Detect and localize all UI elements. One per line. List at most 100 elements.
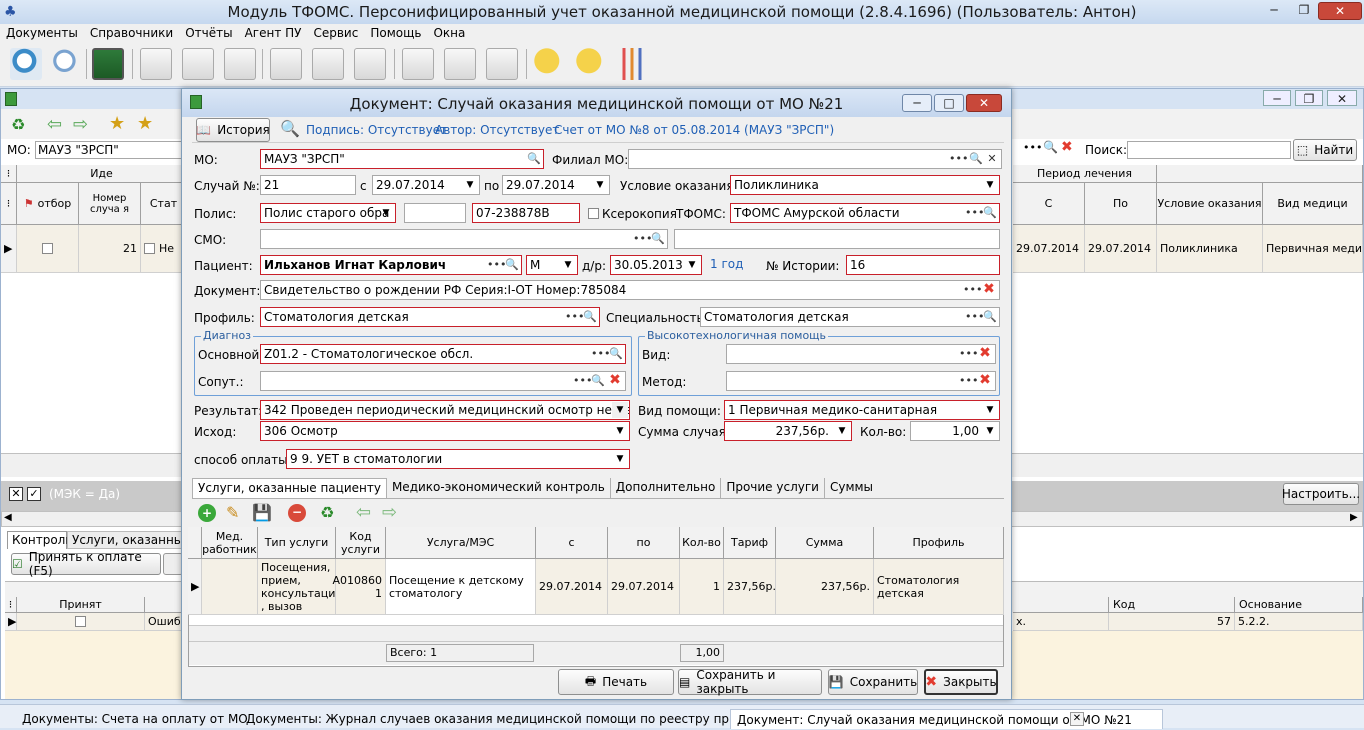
mo-search-icon[interactable]: 🔍: [527, 151, 541, 167]
branch-dots-icon[interactable]: •••: [949, 151, 968, 167]
star-icon[interactable]: ★: [137, 113, 153, 134]
row-checkbox[interactable]: [42, 243, 53, 254]
document-dots-icon[interactable]: •••: [963, 282, 982, 298]
bg-mo-field[interactable]: МАУЗ "ЗРСП": [35, 141, 185, 159]
refresh-icon[interactable]: ♻: [11, 115, 25, 134]
menu-service[interactable]: Сервис: [307, 24, 364, 43]
menu-agent[interactable]: Агент ПУ: [239, 24, 308, 43]
doc-text-icon[interactable]: [444, 48, 476, 80]
save-close-button[interactable]: ▤ Сохранить и закрыть: [678, 668, 822, 696]
bg-dots-icon[interactable]: •••: [1023, 141, 1042, 154]
bottom-row-check-cell[interactable]: [17, 613, 145, 631]
row-checkbox-cell[interactable]: [17, 225, 79, 273]
doc-calc-icon[interactable]: [224, 48, 256, 80]
patient-dots-icon[interactable]: •••: [487, 257, 506, 273]
branch-clear-icon[interactable]: ✕: [985, 151, 999, 167]
specialty-dots-icon[interactable]: •••: [965, 309, 984, 325]
bg-search-icon[interactable]: 🔍: [1043, 140, 1058, 154]
close-button[interactable]: ✖ Закрыть: [924, 669, 998, 695]
qty-dropdown-icon[interactable]: ▼: [982, 423, 998, 439]
tab-sums[interactable]: Суммы: [825, 478, 878, 498]
arrow-right-icon[interactable]: ⇨: [73, 114, 88, 135]
document-field[interactable]: Свидетельство о рождении РФ Серия:I-ОТ Н…: [260, 280, 1000, 300]
date-to-field[interactable]: 29.07.2014 ▼: [502, 175, 610, 195]
scroll-left-icon[interactable]: ◀: [4, 512, 12, 523]
policy-type-select[interactable]: Полис старого обра ▼: [260, 203, 396, 223]
smo-dots-icon[interactable]: •••: [633, 231, 652, 247]
co-diagnosis-field[interactable]: ••• 🔍 ✖: [260, 371, 626, 391]
dialog-minimize-icon[interactable]: ─: [902, 94, 932, 112]
patient-search-icon[interactable]: 🔍: [505, 257, 519, 273]
tab-services-rendered[interactable]: Услуги, оказанные пациенту: [192, 478, 387, 498]
menu-reports[interactable]: Отчёты: [179, 24, 238, 43]
delete-service-icon[interactable]: −: [288, 504, 306, 522]
document-clear-icon[interactable]: ✖: [982, 281, 996, 297]
taskbar-item-case[interactable]: Документ: Случай оказания медицинской по…: [730, 709, 1163, 729]
sum-field[interactable]: 237,56р. ▼: [724, 421, 852, 441]
hitech-type-field[interactable]: ••• ✖: [726, 344, 996, 364]
doc-export-icon[interactable]: [182, 48, 214, 80]
sum-dropdown-icon[interactable]: ▼: [834, 423, 850, 439]
doc-down-icon[interactable]: [270, 48, 302, 80]
tfoms-dots-icon[interactable]: •••: [965, 205, 984, 221]
coins-add-icon[interactable]: [576, 48, 608, 80]
smo-extra-field[interactable]: [674, 229, 1000, 249]
result-dropdown-icon[interactable]: ▼: [612, 402, 628, 418]
date-from-dropdown-icon[interactable]: ▼: [462, 177, 478, 193]
bottom-row-checkbox[interactable]: [75, 616, 86, 627]
condition-dropdown-icon[interactable]: ▼: [982, 177, 998, 193]
sex-select[interactable]: М ▼: [526, 255, 578, 275]
refresh-services-icon[interactable]: ♻: [320, 503, 334, 522]
dob-dropdown-icon[interactable]: ▼: [684, 257, 700, 273]
bg-minimize-icon[interactable]: ─: [1263, 90, 1291, 106]
filter-check-icon[interactable]: ✓: [27, 487, 41, 501]
doc-mo-icon[interactable]: [312, 48, 344, 80]
specialty-search-icon[interactable]: 🔍: [983, 309, 997, 325]
minimize-icon[interactable]: ─: [1262, 2, 1286, 20]
tfoms-search-icon[interactable]: 🔍: [983, 205, 997, 221]
smo-search-icon[interactable]: 🔍: [651, 231, 665, 247]
coins-remove-icon[interactable]: [534, 48, 566, 80]
history-number-field[interactable]: 16: [846, 255, 1000, 275]
payment-dropdown-icon[interactable]: ▼: [612, 451, 628, 467]
filter-remove-icon[interactable]: ✕: [9, 487, 23, 501]
tab-control[interactable]: Контроль: [7, 531, 72, 549]
settings-button[interactable]: Настроить...: [1282, 483, 1360, 505]
search-icon[interactable]: [50, 48, 82, 80]
policy-number-field[interactable]: 07-238878В: [472, 203, 580, 223]
profile-search-icon[interactable]: 🔍: [583, 309, 597, 325]
star-add-icon[interactable]: ★: [109, 113, 125, 134]
dialog-maximize-icon[interactable]: □: [934, 94, 964, 112]
chart-icon[interactable]: [616, 48, 648, 80]
main-diagnosis-field[interactable]: Z01.2 - Стоматологическое обсл. ••• 🔍: [260, 344, 626, 364]
co-diagnosis-search-icon[interactable]: 🔍: [591, 373, 605, 389]
doc-up-icon[interactable]: [402, 48, 434, 80]
hitech-method-dots-icon[interactable]: •••: [959, 373, 978, 389]
edit-service-icon[interactable]: ✎: [226, 503, 239, 522]
tab-services[interactable]: Услуги, оказанные па: [67, 531, 183, 549]
help-type-dropdown-icon[interactable]: ▼: [982, 402, 998, 418]
restore-icon[interactable]: ❐: [1292, 2, 1316, 20]
bg-clear-icon[interactable]: ✖: [1061, 139, 1073, 155]
dob-field[interactable]: 30.05.2013 ▼: [610, 255, 702, 275]
taskbar-item-invoices[interactable]: Документы: Счета на оплату от МО: [16, 709, 254, 729]
main-diagnosis-dots-icon[interactable]: •••: [591, 346, 610, 362]
condition-select[interactable]: Поликлиника ▼: [730, 175, 1000, 195]
add-service-icon[interactable]: +: [198, 504, 216, 522]
hitech-method-field[interactable]: ••• ✖: [726, 371, 996, 391]
bg-close-icon[interactable]: ✕: [1327, 90, 1357, 106]
arrow-left-icon[interactable]: ⇦: [47, 114, 62, 135]
invoice-link[interactable]: Счет от МО №8 от 05.08.2014 (МАУЗ "ЗРСП"…: [554, 121, 834, 139]
specialty-field[interactable]: Стоматология детская ••• 🔍: [700, 307, 1000, 327]
print-button[interactable]: 🖶 Печать: [558, 669, 674, 695]
xerox-checkbox[interactable]: [588, 208, 599, 219]
save-button[interactable]: 💾 Сохранить: [828, 669, 918, 695]
services-h-scrollbar[interactable]: [189, 625, 1003, 641]
help-type-select[interactable]: 1 Первичная медико-санитарная ▼: [724, 400, 1000, 420]
menu-windows[interactable]: Окна: [427, 24, 471, 43]
taskbar-close-icon[interactable]: ✕: [1070, 712, 1084, 726]
case-number-field[interactable]: 21: [260, 175, 356, 195]
doc-import-icon[interactable]: [140, 48, 172, 80]
sex-dropdown-icon[interactable]: ▼: [560, 257, 576, 273]
save-service-icon[interactable]: 💾: [252, 503, 272, 522]
